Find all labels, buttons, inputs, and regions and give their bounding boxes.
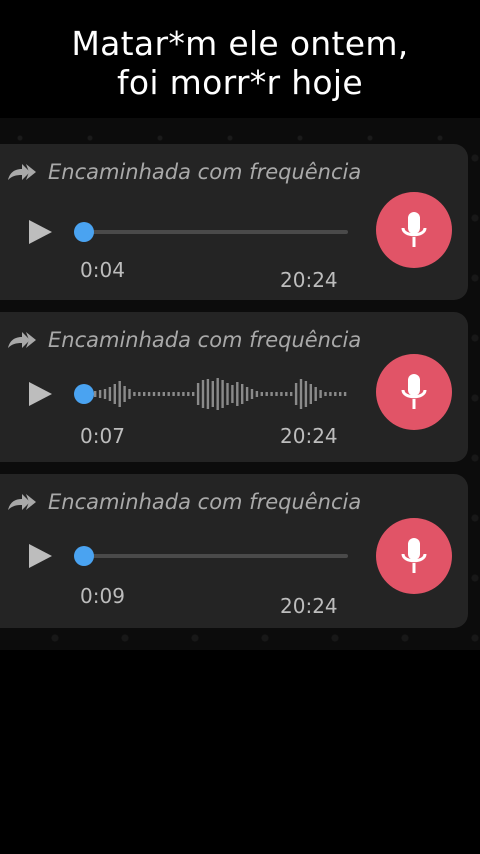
waveform-bar — [231, 385, 234, 403]
forwarded-label: Encaminhada com frequência — [48, 490, 362, 514]
microphone-icon — [401, 374, 427, 409]
play-icon — [29, 382, 52, 406]
play-button[interactable] — [26, 542, 54, 570]
waveform-bar — [187, 392, 190, 396]
waveform-bar — [241, 384, 244, 404]
waveform-bar — [211, 381, 214, 407]
waveform-bar — [319, 390, 322, 398]
audio-progress-knob[interactable] — [74, 222, 94, 242]
waveform-bar — [324, 392, 327, 396]
waveform-bar — [98, 390, 102, 398]
forwarded-icon — [8, 332, 36, 348]
play-icon — [29, 544, 52, 568]
waveform-bar — [304, 381, 308, 407]
waveform-bar — [294, 383, 298, 405]
waveform-bar — [206, 379, 210, 409]
waveform-bar — [226, 383, 229, 405]
waveform-bar — [260, 392, 263, 396]
waveform-bar — [196, 383, 200, 405]
voice-message-bubble[interactable]: Encaminhada com frequência 0:07 20:24 — [0, 312, 468, 462]
voice-message-bubble[interactable]: Encaminhada com frequência 0:09 20:24 — [0, 474, 468, 628]
waveform-bar — [143, 392, 146, 396]
waveform-bar — [172, 392, 175, 396]
record-voice-button[interactable] — [376, 518, 452, 594]
forwarded-label: Encaminhada com frequência — [48, 328, 362, 352]
waveform-bar — [113, 384, 116, 404]
waveform-bar — [162, 392, 165, 396]
waveform-bar — [152, 392, 156, 396]
voice-message-bubble[interactable]: Encaminhada com frequência 0:04 20:24 — [0, 144, 468, 300]
waveform-bar — [103, 389, 107, 399]
waveform-bar — [128, 389, 131, 399]
waveform-bar — [192, 392, 195, 396]
audio-progress-track[interactable] — [78, 230, 348, 234]
waveform-bar — [177, 392, 180, 396]
message-time: 20:24 — [280, 594, 338, 618]
play-button[interactable] — [26, 218, 54, 246]
audio-duration: 0:04 — [80, 258, 125, 282]
audio-progress-knob[interactable] — [74, 546, 94, 566]
audio-duration: 0:09 — [80, 584, 125, 608]
waveform-bar — [108, 387, 112, 401]
caption-line-2: foi morr*r hoje — [117, 63, 363, 102]
waveform-bar — [157, 392, 161, 396]
waveform-bar — [275, 392, 278, 396]
message-time: 20:24 — [280, 268, 338, 292]
waveform-bar — [138, 392, 141, 396]
chat-area: Encaminhada com frequência 0:04 20:24 En — [0, 118, 480, 650]
audio-waveform[interactable] — [92, 374, 348, 414]
waveform-bar — [123, 386, 126, 402]
waveform-bar — [201, 380, 205, 408]
caption-line-1: Matar*m ele ontem, — [71, 24, 409, 63]
waveform-bar — [334, 392, 337, 396]
play-button[interactable] — [26, 380, 54, 408]
waveform-bar — [118, 381, 121, 407]
waveform-bar — [250, 389, 254, 399]
waveform-bar — [255, 391, 259, 397]
microphone-icon — [401, 212, 427, 247]
audio-progress-track[interactable] — [78, 554, 348, 558]
waveform-bar — [280, 392, 283, 396]
forwarded-header: Encaminhada com frequência — [6, 490, 361, 514]
waveform-bar — [309, 384, 312, 404]
waveform-bar — [265, 392, 268, 396]
forwarded-icon — [8, 164, 36, 180]
microphone-icon — [401, 538, 427, 573]
waveform-bar — [182, 392, 185, 396]
waveform-bar — [216, 378, 219, 410]
forwarded-icon — [8, 494, 36, 510]
waveform-bar — [94, 391, 97, 397]
forwarded-header: Encaminhada com frequência — [6, 328, 361, 352]
forwarded-label: Encaminhada com frequência — [48, 160, 362, 184]
waveform-bar — [167, 392, 170, 396]
audio-progress-knob[interactable] — [74, 384, 94, 404]
record-voice-button[interactable] — [376, 192, 452, 268]
waveform-bar — [314, 387, 317, 401]
waveform-bar — [133, 392, 136, 396]
video-caption: Matar*m ele ontem, foi morr*r hoje — [0, 24, 480, 102]
waveform-bar — [290, 392, 293, 396]
waveform-bar — [221, 380, 224, 408]
waveform-bar — [147, 392, 151, 396]
waveform-bar — [236, 382, 239, 406]
waveform-bar — [285, 392, 288, 396]
waveform-bar — [299, 379, 303, 409]
record-voice-button[interactable] — [376, 354, 452, 430]
waveform-bar — [339, 392, 342, 396]
waveform-bar — [245, 387, 249, 401]
message-time: 20:24 — [280, 424, 338, 448]
forwarded-header: Encaminhada com frequência — [6, 160, 361, 184]
waveform-bar — [329, 392, 332, 396]
waveform-bar — [270, 392, 273, 396]
audio-duration: 0:07 — [80, 424, 125, 448]
waveform-bar — [343, 392, 347, 396]
play-icon — [29, 220, 52, 244]
